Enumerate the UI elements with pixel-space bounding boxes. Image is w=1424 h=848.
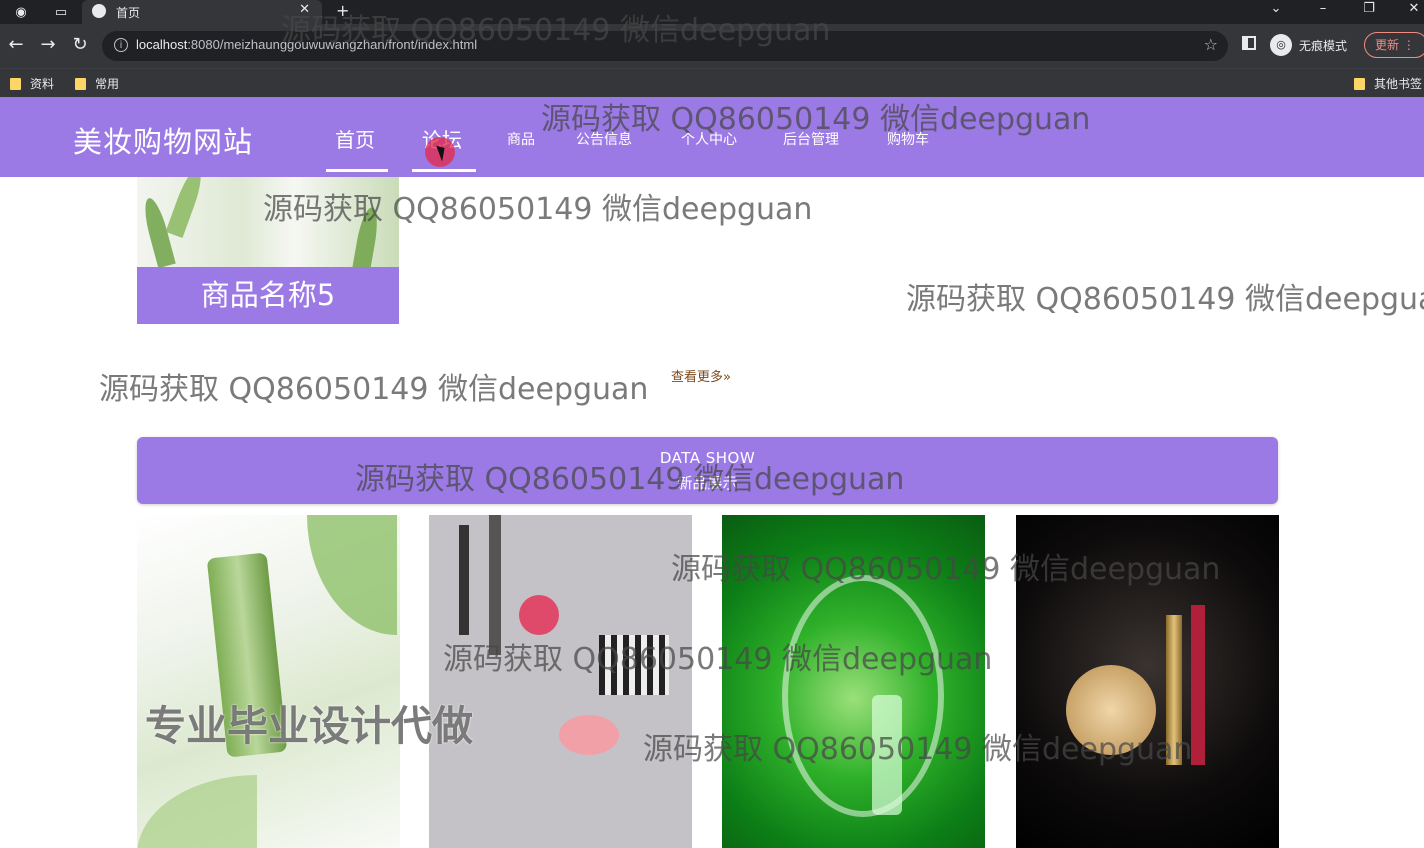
nav-cart[interactable]: 购物车 [887,129,929,149]
lipstick-shape [1191,605,1205,765]
bookmark-folder-changyong[interactable]: 常用 [75,75,119,92]
tab-title: 首页 [116,6,141,20]
leaf-shape [307,515,397,635]
site-logo[interactable]: 美妆购物网站 [73,119,253,161]
section-title-bar: DATA SHOW 新品展示 [137,437,1278,504]
incognito-label[interactable]: 无痕模式 [1299,37,1347,54]
minimize-icon[interactable]: – [1310,1,1336,16]
leaf-shape [165,177,207,238]
overlay-watermark: 源码获取 QQ86050149 微信deepguan [99,372,649,407]
brush-shape [489,515,501,655]
reload-icon[interactable]: ↻ [69,34,91,56]
nav-notices[interactable]: 公告信息 [576,129,632,149]
lipstick-shape [1166,615,1182,765]
leaf-shape [351,205,381,267]
section-title-en: DATA SHOW [659,449,756,467]
nav-home[interactable]: 首页 [335,124,375,153]
leaf-shape [137,775,257,848]
url-text[interactable]: localhost:8080/meizhaunggouwuwangzhan/fr… [136,37,477,52]
other-bookmarks[interactable]: 其他书签 [1354,75,1422,92]
folder-icon [1354,78,1365,90]
compact-shape [1066,665,1156,755]
info-icon[interactable]: i [114,38,128,52]
product-image-4[interactable] [1016,515,1279,848]
side-panel-icon[interactable] [1242,36,1256,50]
new-tab-icon[interactable]: + [336,1,349,20]
product-name-label[interactable]: 商品名称5 [137,267,399,324]
window-icon[interactable]: ▭ [52,3,70,21]
overlay-watermark: 源码获取 QQ86050149 微信deepguan [906,282,1424,317]
nav-home-underline [326,169,388,172]
site-header: 美妆购物网站 首页 论坛 商品 公告信息 个人中心 后台管理 购物车 [0,97,1424,177]
bookmark-star-icon[interactable]: ☆ [1204,35,1218,54]
tab-favicon-icon [92,4,106,18]
folder-icon [75,78,86,90]
water-ring-shape [782,575,944,817]
update-button[interactable]: 更新 ⋮ [1364,32,1424,58]
forward-icon[interactable]: → [37,34,59,56]
nav-admin[interactable]: 后台管理 [783,129,839,149]
product-image-1[interactable] [137,515,400,848]
nav-personal-center[interactable]: 个人中心 [681,129,737,149]
section-title-cn: 新品展示 [677,474,738,492]
nav-products[interactable]: 商品 [507,129,535,149]
address-bar[interactable]: i localhost:8080/meizhaunggouwuwangzhan/… [102,31,1228,61]
bag-shape [599,635,669,695]
toolbar: ← → ↻ i localhost:8080/meizhaunggouwuwan… [0,24,1424,68]
brush-shape [459,525,469,635]
bow-shape [559,715,619,755]
bottle-shape [872,695,902,815]
product-thumbnail[interactable] [137,177,399,267]
tab-close-icon[interactable]: ✕ [299,2,310,17]
more-link[interactable]: 查看更多» [671,366,731,385]
product-image-3[interactable] [722,515,985,848]
restore-icon[interactable]: ❐ [1356,1,1382,16]
bookmark-folder-ziliao[interactable]: 资料 [10,75,54,92]
blush-shape [519,595,559,635]
folder-icon [10,78,21,90]
nav-forum-underline [412,169,476,172]
globe-icon[interactable]: ◉ [12,3,30,21]
browser-tab[interactable]: 首页 ✕ [82,0,322,24]
tab-strip: ◉ ▭ 首页 ✕ + ⌄ – ❐ ✕ [0,0,1424,24]
close-window-icon[interactable]: ✕ [1401,1,1424,16]
overlay-watermark-big: 专业毕业设计代做 [145,702,473,750]
tab-search-icon[interactable]: ⌄ [1263,1,1289,16]
incognito-icon[interactable]: ◎ [1270,34,1292,56]
product-image-2[interactable] [429,515,692,848]
back-icon[interactable]: ← [5,34,27,56]
browser-chrome: ◉ ▭ 首页 ✕ + ⌄ – ❐ ✕ ← → ↻ i localhost:808… [0,0,1424,97]
bookmarks-bar: 资料 常用 其他书签 [0,68,1424,97]
